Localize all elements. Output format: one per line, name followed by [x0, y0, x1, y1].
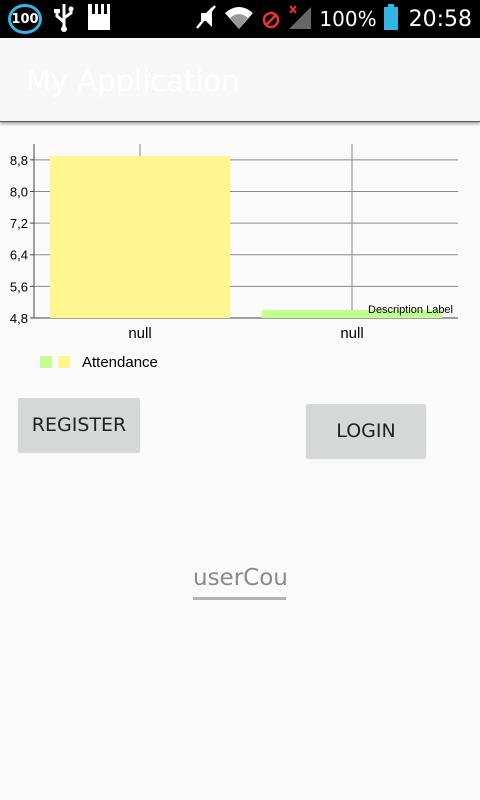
y-tick-label: 5,6 — [10, 279, 28, 294]
mute-icon — [195, 3, 217, 35]
register-button[interactable]: REGISTER — [18, 398, 140, 452]
x-tick-label: null — [340, 325, 363, 342]
attendance-bar-chart: 4,8 5,6 6,4 7,2 8,0 8,8 null null Description La… — [10, 144, 458, 342]
action-bar: My Application — [0, 38, 480, 122]
legend-swatch-yellow — [58, 356, 70, 368]
sd-card-icon — [86, 2, 112, 36]
signal-icon — [287, 3, 313, 35]
clock: 20:58 — [408, 6, 472, 32]
y-tick-label: 6,4 — [10, 248, 28, 263]
notification-badge: 100 — [8, 4, 42, 34]
status-left: 100 — [8, 4, 112, 34]
status-right: 100% 20:58 — [195, 4, 472, 34]
x-tick-label: null — [128, 325, 151, 342]
y-tick-label: 8,0 — [10, 184, 28, 199]
battery-percent: 100% — [319, 7, 377, 31]
legend-swatch-green — [40, 356, 52, 368]
notification-count: 100 — [11, 11, 39, 27]
status-bar: 100 100% 20:58 — [0, 0, 480, 38]
user-count-field[interactable]: userCount — [193, 560, 286, 600]
chart-description: Description Label — [368, 304, 453, 316]
y-tick-label: 7,2 — [10, 216, 28, 231]
chart-legend: Attendance — [40, 352, 158, 372]
app-title: My Application — [26, 64, 240, 98]
no-sim-icon — [261, 3, 281, 35]
y-tick-label: 4,8 — [10, 311, 28, 326]
legend-label: Attendance — [82, 353, 158, 371]
y-tick-label: 8,8 — [10, 153, 28, 168]
usb-icon — [52, 2, 76, 36]
bar — [49, 155, 231, 318]
login-button[interactable]: LOGIN — [306, 404, 426, 458]
wifi-icon — [223, 3, 255, 35]
battery-icon — [383, 3, 399, 35]
